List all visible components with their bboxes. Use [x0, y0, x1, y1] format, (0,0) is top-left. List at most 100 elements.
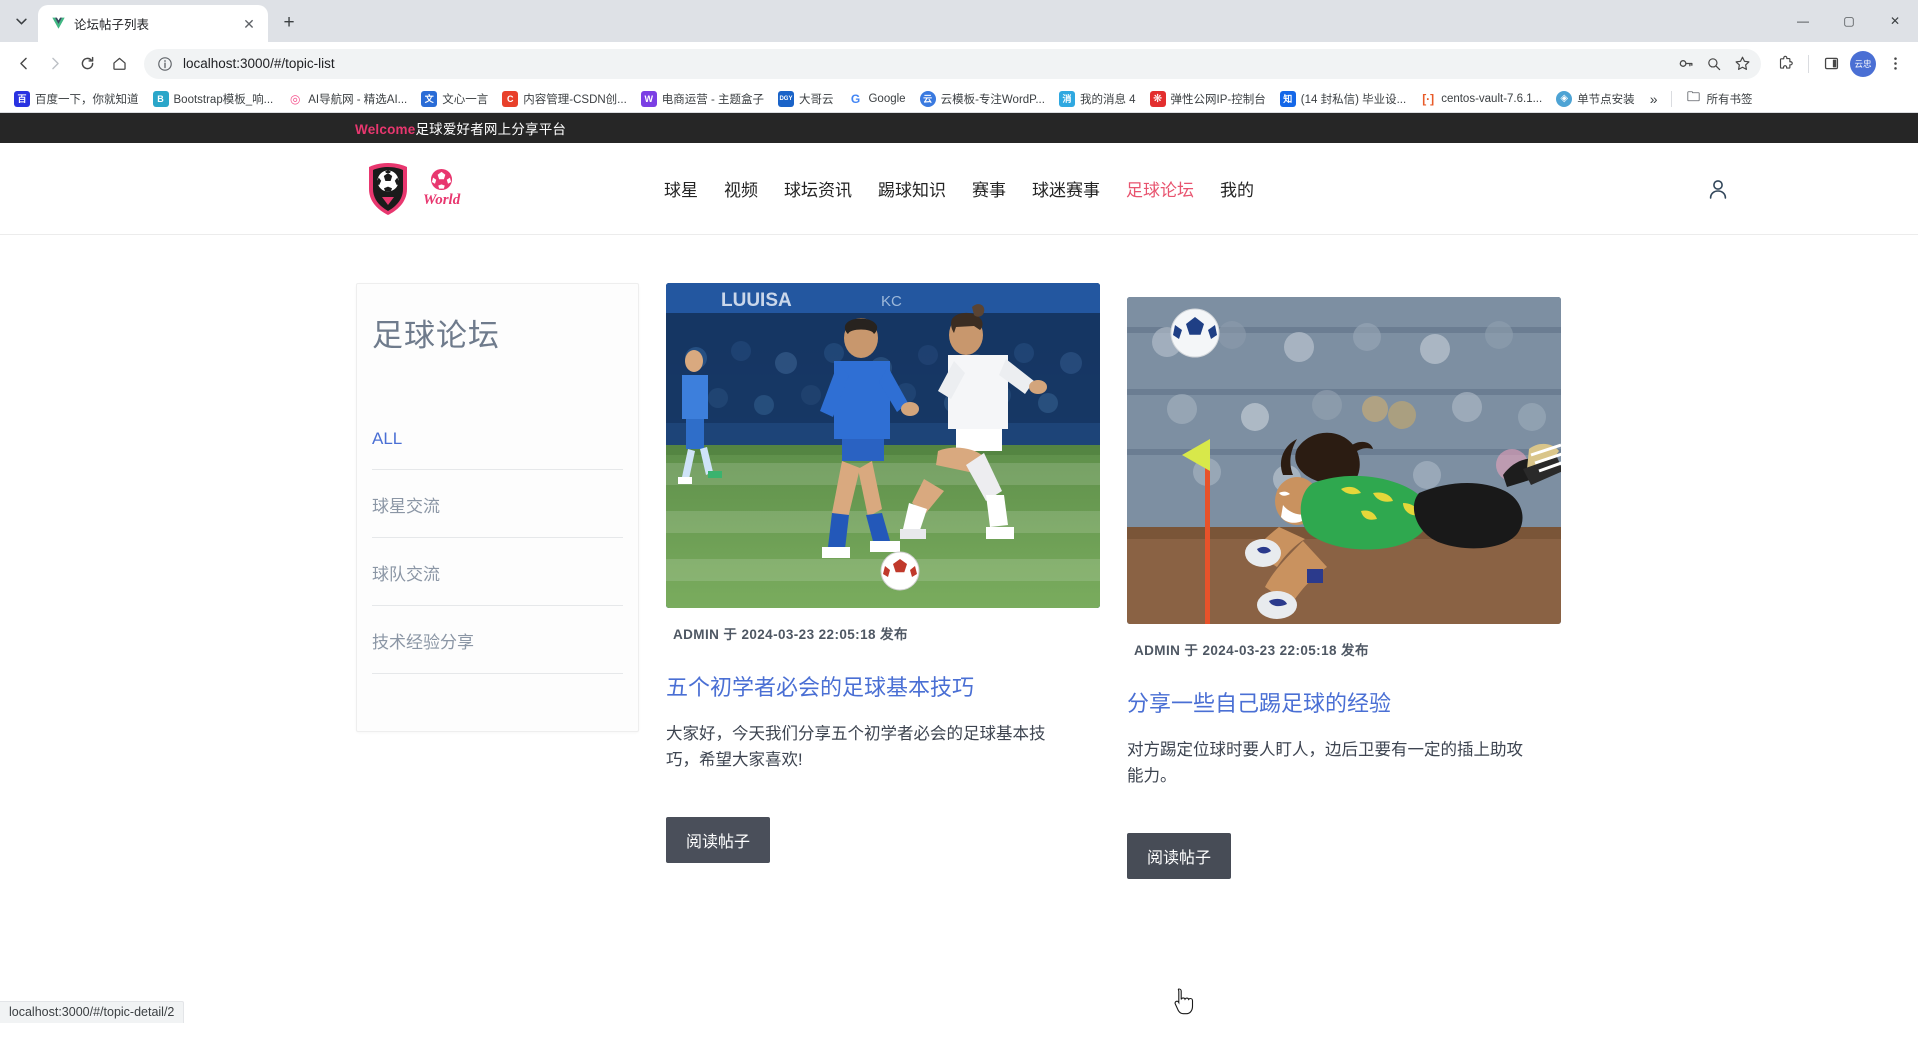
- bookmarks-bar: 百百度一下，你就知道 B Bootstrap模板_响... ◎AI导航网 - 精选…: [0, 85, 1918, 113]
- bookmark-label: 我的消息 4: [1080, 91, 1136, 107]
- bookmark-item[interactable]: 云云模板-专注WordP...: [914, 88, 1051, 110]
- bookmark-label: centos-vault-7.6.1...: [1441, 93, 1542, 105]
- sidebar-item-all[interactable]: ALL: [372, 429, 623, 470]
- address-bar[interactable]: localhost:3000/#/topic-list: [144, 49, 1761, 79]
- post-meta: ADMIN 于 2024-03-23 22:05:18 发布: [1134, 639, 1561, 659]
- bookmark-favicon: 百: [14, 91, 30, 107]
- bookmark-item[interactable]: [·] centos-vault-7.6.1...: [1414, 88, 1548, 110]
- bookmark-favicon: ◈: [1556, 91, 1572, 107]
- bookmark-favicon: 消: [1059, 91, 1075, 107]
- bookmark-item[interactable]: W 电商运营 - 主题盒子: [635, 88, 770, 110]
- bookmarks-overflow-button[interactable]: »: [1643, 88, 1665, 110]
- site-info-icon[interactable]: [156, 55, 174, 73]
- bookmark-label: 百度一下，你就知道: [35, 91, 139, 107]
- bookmark-favicon: W: [641, 91, 657, 107]
- bookmark-label: Google: [868, 93, 905, 105]
- bookmark-favicon: B: [153, 91, 169, 107]
- post-thumbnail[interactable]: LUUISA KC: [666, 283, 1100, 608]
- maximize-button[interactable]: ▢: [1826, 0, 1872, 42]
- browser-tab[interactable]: 论坛帖子列表 ✕: [38, 5, 268, 42]
- post-list: LUUISA KC: [666, 283, 1561, 879]
- mouse-cursor: [1174, 988, 1196, 1016]
- bookmark-label: 大哥云: [799, 91, 834, 107]
- site-header: World 球星 视频 球坛资讯 踢球知识 赛事 球迷赛事 足球论坛 我的: [0, 143, 1918, 235]
- post-meta: ADMIN 于 2024-03-23 22:05:18 发布: [673, 623, 1100, 643]
- vue-icon: [50, 16, 66, 32]
- nav-item-球坛资讯[interactable]: 球坛资讯: [784, 176, 852, 201]
- star-icon[interactable]: [1729, 51, 1755, 77]
- bookmark-label: 弹性公网IP-控制台: [1171, 91, 1266, 107]
- reload-icon[interactable]: [72, 49, 102, 79]
- side-panel-icon[interactable]: [1816, 49, 1846, 79]
- toolbar-divider: [1808, 55, 1809, 73]
- window-controls: — ▢ ✕: [1780, 0, 1918, 42]
- close-window-button[interactable]: ✕: [1872, 0, 1918, 42]
- all-bookmarks-button[interactable]: 🗀 所有书签: [1679, 88, 1758, 110]
- back-icon[interactable]: [8, 49, 38, 79]
- tab-search-button[interactable]: [4, 4, 38, 38]
- bookmark-favicon: 文: [421, 91, 437, 107]
- profile-avatar[interactable]: 云忠: [1848, 49, 1878, 79]
- bookmark-label: 电商运营 - 主题盒子: [662, 91, 764, 107]
- bookmark-label: AI导航网 - 精选AI...: [308, 91, 407, 107]
- welcome-banner: Welcome足球爱好者网上分享平台: [0, 113, 1918, 143]
- nav-item-视频[interactable]: 视频: [724, 176, 758, 201]
- bookmark-item[interactable]: GGoogle: [841, 88, 911, 110]
- browser-toolbar: localhost:3000/#/topic-list 云忠: [0, 42, 1918, 85]
- bookmark-item[interactable]: ❋ 弹性公网IP-控制台: [1144, 88, 1272, 110]
- forward-icon[interactable]: [40, 49, 70, 79]
- user-icon[interactable]: [1703, 174, 1733, 204]
- post-card: LUUISA KC: [666, 283, 1100, 879]
- read-post-button[interactable]: 阅读帖子: [1127, 833, 1231, 879]
- nav-item-我的[interactable]: 我的: [1220, 176, 1254, 201]
- forum-sidebar: 足球论坛 ALL 球星交流 球队交流 技术经验分享: [356, 283, 639, 732]
- sidebar-title: 足球论坛: [372, 310, 623, 355]
- welcome-tagline: 足球爱好者网上分享平台: [415, 122, 566, 137]
- browser-window: 论坛帖子列表 ✕ + — ▢ ✕ lo: [0, 0, 1918, 1038]
- nav-item-球星[interactable]: 球星: [664, 176, 698, 201]
- bookmark-item[interactable]: B Bootstrap模板_响...: [147, 88, 280, 110]
- bookmark-item[interactable]: 知(14 封私信) 毕业设...: [1274, 88, 1412, 110]
- bookmark-label: 文心一言: [442, 91, 488, 107]
- menu-icon[interactable]: [1880, 49, 1910, 79]
- password-key-icon[interactable]: [1673, 51, 1699, 77]
- nav-item-足球论坛[interactable]: 足球论坛: [1126, 176, 1194, 201]
- close-icon[interactable]: ✕: [240, 15, 258, 33]
- nav-item-球迷赛事[interactable]: 球迷赛事: [1032, 176, 1100, 201]
- bookmark-favicon: ❋: [1150, 91, 1166, 107]
- minimize-button[interactable]: —: [1780, 0, 1826, 42]
- bookmark-item[interactable]: DGY大哥云: [772, 88, 840, 110]
- new-tab-button[interactable]: +: [274, 8, 304, 38]
- post-description: 大家好，今天我们分享五个初学者必会的足球基本技巧，希望大家喜欢!: [666, 722, 1074, 773]
- sidebar-item-技术经验分享[interactable]: 技术经验分享: [372, 628, 623, 674]
- tab-strip: 论坛帖子列表 ✕ + — ▢ ✕: [0, 0, 1918, 42]
- bookmark-item[interactable]: ◈单节点安装: [1550, 88, 1641, 110]
- bookmark-item[interactable]: ◎AI导航网 - 精选AI...: [281, 88, 413, 110]
- sidebar-item-球星交流[interactable]: 球星交流: [372, 492, 623, 538]
- bookmark-item[interactable]: 消我的消息 4: [1053, 88, 1142, 110]
- post-title-link[interactable]: 分享一些自己踢足球的经验: [1127, 691, 1561, 717]
- extensions-icon[interactable]: [1771, 49, 1801, 79]
- read-post-button[interactable]: 阅读帖子: [666, 817, 770, 863]
- main-navigation: 球星 视频 球坛资讯 踢球知识 赛事 球迷赛事 足球论坛 我的: [0, 176, 1918, 201]
- tab-title: 论坛帖子列表: [74, 14, 232, 33]
- bookmark-item[interactable]: C内容管理-CSDN创...: [496, 88, 633, 110]
- nav-item-踢球知识[interactable]: 踢球知识: [878, 176, 946, 201]
- bookmark-favicon: 知: [1280, 91, 1296, 107]
- bookmark-label: Bootstrap模板_响...: [174, 91, 274, 107]
- post-thumbnail[interactable]: [1127, 297, 1561, 624]
- svg-text:LUUISA: LUUISA: [721, 290, 792, 311]
- url-text: localhost:3000/#/topic-list: [183, 56, 1673, 71]
- home-icon[interactable]: [104, 49, 134, 79]
- zoom-icon[interactable]: [1701, 51, 1727, 77]
- sidebar-item-球队交流[interactable]: 球队交流: [372, 560, 623, 606]
- bookmark-item[interactable]: 百百度一下，你就知道: [8, 88, 145, 110]
- post-description: 对方踢定位球时要人盯人，边后卫要有一定的插上助攻能力。: [1127, 738, 1535, 789]
- bookmark-favicon: [·]: [1420, 91, 1436, 107]
- page-viewport: Welcome足球爱好者网上分享平台: [0, 113, 1918, 1023]
- bookmark-item[interactable]: 文文心一言: [415, 88, 494, 110]
- post-title-link[interactable]: 五个初学者必会的足球基本技巧: [666, 675, 1100, 701]
- status-bar: localhost:3000/#/topic-detail/2: [0, 1001, 184, 1023]
- nav-item-赛事[interactable]: 赛事: [972, 176, 1006, 201]
- folder-icon: 🗀: [1685, 91, 1701, 107]
